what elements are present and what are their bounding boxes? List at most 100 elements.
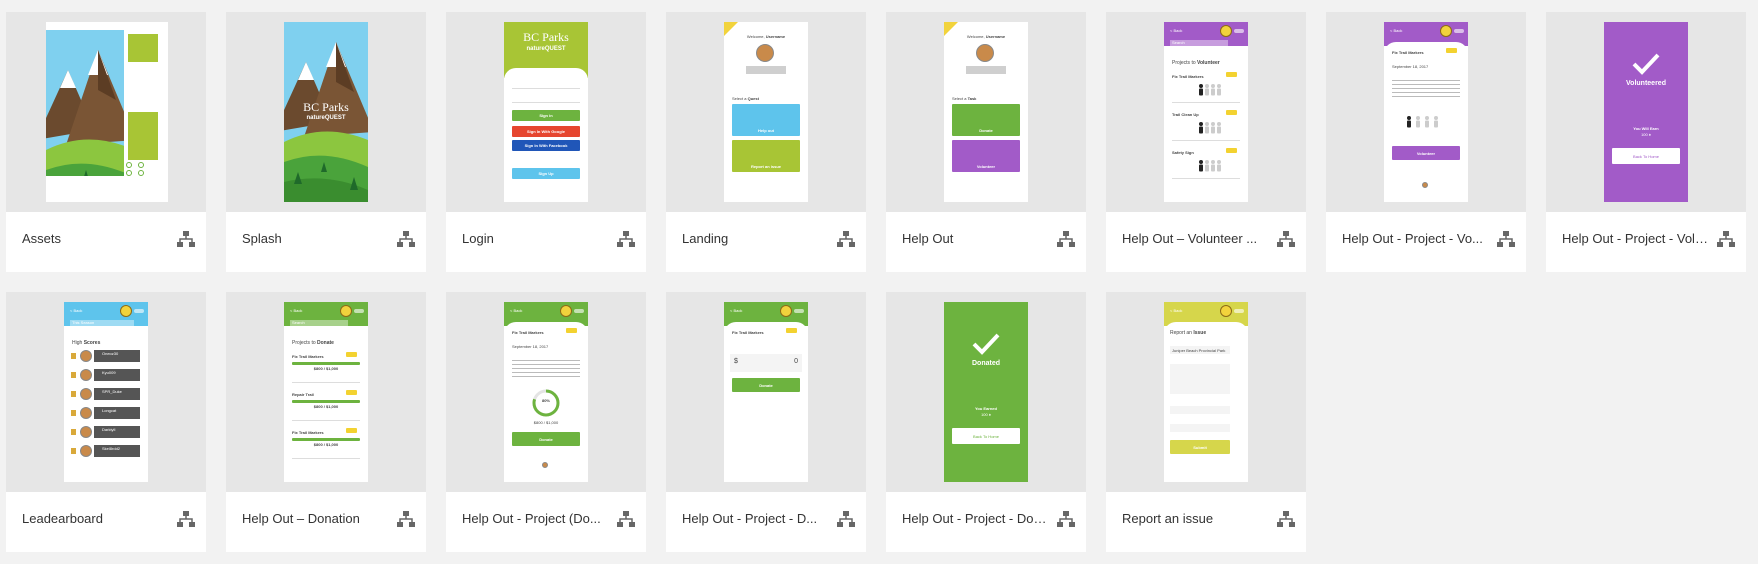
artboard-card[interactable]: < Back This Season High Scores Oneoz30 Kyu00… <box>6 292 206 552</box>
project-name[interactable]: Fix Trail Markers <box>1172 74 1204 79</box>
primary-option-button[interactable]: Help out <box>732 104 800 136</box>
project-name[interactable]: Fix Trail Markers <box>292 354 324 359</box>
artboard-thumbnail[interactable]: < Back Fix Trail Markers September 18, 201… <box>446 292 646 492</box>
flow-icon[interactable] <box>1276 510 1296 528</box>
artboard-title[interactable]: Help Out - Project - Donated <box>902 511 1050 526</box>
flow-icon[interactable] <box>396 230 416 248</box>
artboard-card[interactable]: BC Parks natureQUEST Sign in Sign In With G… <box>446 12 646 272</box>
primary-option-button[interactable]: Donate <box>952 104 1020 136</box>
location-field[interactable] <box>1170 424 1230 432</box>
back-link[interactable]: < Back <box>1390 28 1402 33</box>
back-link[interactable]: < Back <box>730 308 742 313</box>
menu-icon[interactable] <box>134 309 144 313</box>
menu-icon[interactable] <box>1454 29 1464 33</box>
flow-icon[interactable] <box>1276 230 1296 248</box>
back-to-home-button[interactable]: Back To Home <box>952 428 1020 444</box>
artboard-thumbnail[interactable]: Donated You Earned 100 ♦ Back To Home <box>886 292 1086 492</box>
artboard-title[interactable]: Help Out – Donation <box>242 511 390 526</box>
artboard-thumbnail[interactable]: < Back This Season High Scores Oneoz30 Kyu00… <box>6 292 206 492</box>
back-link[interactable]: < Back <box>510 308 522 313</box>
project-name[interactable]: Safety Sign <box>1172 150 1194 155</box>
secondary-option-button[interactable]: Report an issue <box>732 140 800 172</box>
artboard-title[interactable]: Splash <box>242 231 390 246</box>
artboard-title[interactable]: Leadearboard <box>22 511 170 526</box>
artboard-title[interactable]: Landing <box>682 231 830 246</box>
donate-button[interactable]: Donate <box>512 432 580 446</box>
project-name[interactable]: Trail Clean Up <box>1172 112 1199 117</box>
menu-icon[interactable] <box>1234 29 1244 33</box>
artboard-card[interactable]: < Back Fix Trail Markers $0 Donate Help Out … <box>666 292 866 552</box>
artboard-title[interactable]: Help Out - Project - D... <box>682 511 830 526</box>
flow-icon[interactable] <box>1716 230 1736 248</box>
flow-icon[interactable] <box>1496 230 1516 248</box>
password-field[interactable] <box>512 102 580 103</box>
secondary-option-button[interactable]: Volunteer <box>952 140 1020 172</box>
signup-button[interactable]: Sign Up <box>512 168 580 179</box>
menu-icon[interactable] <box>354 309 364 313</box>
search-input[interactable]: Search <box>290 320 348 326</box>
artboard-thumbnail[interactable]: < Back Report an Issue Juniper Beach Provi… <box>1106 292 1306 492</box>
back-link[interactable]: < Back <box>1170 308 1182 313</box>
artboard-thumbnail[interactable]: < Back Fix Trail Markers September 18, 201… <box>1326 12 1526 212</box>
artboard-card[interactable]: Welcome, Username Select a Task Donate Volu… <box>886 12 1086 272</box>
artboard-thumbnail[interactable]: BC Parks natureQUEST <box>226 12 426 212</box>
facebook-button[interactable]: Sign In With Facebook <box>512 140 580 151</box>
flow-icon[interactable] <box>616 230 636 248</box>
artboard-thumbnail[interactable]: Welcome, Username Select a Quest Help out R… <box>666 12 866 212</box>
artboard-title[interactable]: Help Out - Project (Do... <box>462 511 610 526</box>
signin-button[interactable]: Sign in <box>512 110 580 121</box>
artboard-card[interactable]: Donated You Earned 100 ♦ Back To Home Help O… <box>886 292 1086 552</box>
flow-icon[interactable] <box>836 510 856 528</box>
amount-field[interactable] <box>730 354 802 372</box>
artboard-card[interactable]: < Back Fix Trail Markers September 18, 201… <box>1326 12 1526 272</box>
search-input[interactable]: Search <box>1170 40 1228 46</box>
artboard-card[interactable]: Volunteered You Will Earn 100 ♦ Back To Hom… <box>1546 12 1746 272</box>
artboard-thumbnail[interactable]: < Back Search Projects to Donate Fix Trail … <box>226 292 426 492</box>
artboard-title[interactable]: Help Out <box>902 231 1050 246</box>
back-link[interactable]: < Back <box>290 308 302 313</box>
artboard-card[interactable]: Assets <box>6 12 206 272</box>
flow-icon[interactable] <box>616 510 636 528</box>
artboard-card[interactable]: < Back Search Projects to Volunteer Fix Tra… <box>1106 12 1306 272</box>
volunteer-button[interactable]: Volunteer <box>1392 146 1460 160</box>
back-link[interactable]: < Back <box>70 308 82 313</box>
flow-icon[interactable] <box>836 230 856 248</box>
artboard-thumbnail[interactable]: < Back Fix Trail Markers $0 Donate <box>666 292 866 492</box>
flow-icon[interactable] <box>396 510 416 528</box>
artboard-title[interactable]: Login <box>462 231 610 246</box>
flow-icon[interactable] <box>176 230 196 248</box>
artboard-thumbnail[interactable]: Welcome, Username Select a Task Donate Volu… <box>886 12 1086 212</box>
back-to-home-button[interactable]: Back To Home <box>1612 148 1680 164</box>
project-name[interactable]: Fix Trail Markers <box>292 430 324 435</box>
flow-icon[interactable] <box>1056 510 1076 528</box>
menu-icon[interactable] <box>794 309 804 313</box>
artboard-title[interactable]: Assets <box>22 231 170 246</box>
description-field[interactable] <box>1170 364 1230 394</box>
google-button[interactable]: Sign In With Google <box>512 126 580 137</box>
artboard-card[interactable]: BC Parks natureQUEST Splash <box>226 12 426 272</box>
artboard-card[interactable]: < Back Search Projects to Donate Fix Trail … <box>226 292 426 552</box>
artboard-title[interactable]: Help Out – Volunteer ... <box>1122 231 1270 246</box>
donate-button[interactable]: Donate <box>732 378 800 392</box>
artboard-card[interactable]: Welcome, Username Select a Quest Help out R… <box>666 12 866 272</box>
category-select[interactable] <box>1170 406 1230 414</box>
artboard-thumbnail[interactable]: Volunteered You Will Earn 100 ♦ Back To Hom… <box>1546 12 1746 212</box>
artboard-thumbnail[interactable]: < Back Search Projects to Volunteer Fix Tra… <box>1106 12 1306 212</box>
artboard-title[interactable]: Help Out - Project - Vo... <box>1342 231 1490 246</box>
person-icon <box>1434 116 1438 128</box>
flow-icon[interactable] <box>1056 230 1076 248</box>
menu-icon[interactable] <box>574 309 584 313</box>
back-link[interactable]: < Back <box>1170 28 1182 33</box>
artboard-thumbnail[interactable] <box>6 12 206 212</box>
project-name[interactable]: Repair Trail <box>292 392 314 397</box>
flow-icon[interactable] <box>176 510 196 528</box>
artboard-title[interactable]: Report an issue <box>1122 511 1270 526</box>
artboard-card[interactable]: < Back Report an Issue Juniper Beach Provi… <box>1106 292 1306 552</box>
artboard-thumbnail[interactable]: BC Parks natureQUEST Sign in Sign In With G… <box>446 12 646 212</box>
season-filter[interactable]: This Season <box>70 320 134 326</box>
artboard-title[interactable]: Help Out - Project - Volunteere... <box>1562 231 1710 246</box>
menu-icon[interactable] <box>1234 309 1244 313</box>
submit-button[interactable]: Submit <box>1170 440 1230 454</box>
username-field[interactable] <box>512 88 580 89</box>
artboard-card[interactable]: < Back Fix Trail Markers September 18, 201… <box>446 292 646 552</box>
